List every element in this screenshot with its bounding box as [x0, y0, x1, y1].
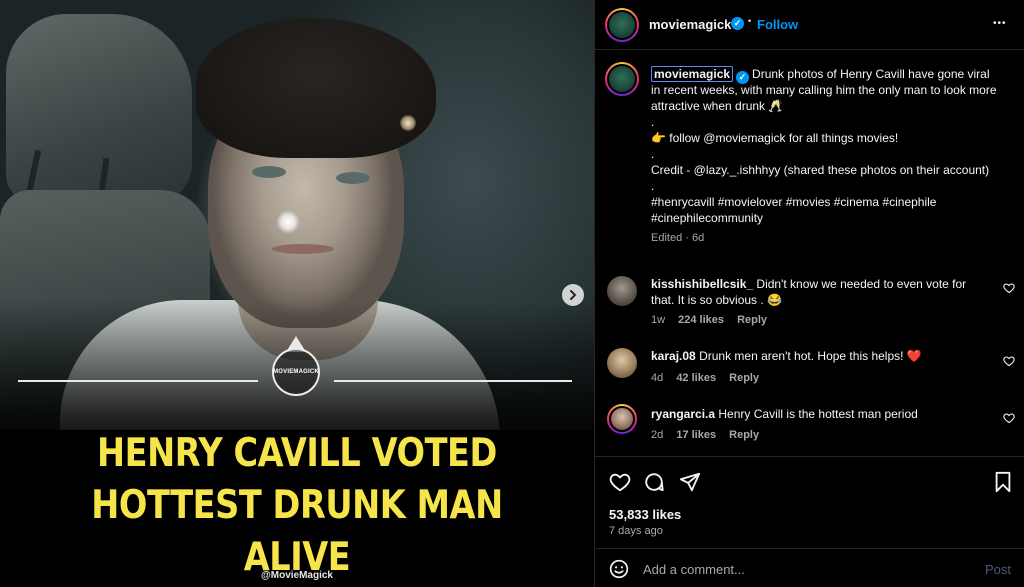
comment-avatar[interactable]: [607, 404, 637, 434]
hair: [196, 18, 436, 158]
like-comment-icon[interactable]: [1003, 282, 1015, 294]
comment-age: 4d: [651, 372, 664, 384]
like-comment-icon[interactable]: [1003, 412, 1015, 424]
save-bookmark-icon[interactable]: [993, 471, 1013, 493]
caption-author-avatar[interactable]: [605, 62, 639, 96]
caption-dot: .: [651, 179, 655, 193]
post-age: 7 days ago: [609, 525, 663, 537]
author-username[interactable]: moviemagick: [649, 17, 731, 32]
headline-line-1: HENRY CAVILL VOTED: [97, 431, 497, 476]
comment-text: karaj.08 Drunk men aren't hot. Hope this…: [651, 348, 981, 364]
caption-dot: .: [651, 115, 655, 129]
right-eye: [336, 172, 370, 184]
like-icon[interactable]: [609, 471, 631, 493]
light-glare: [400, 115, 416, 131]
post-caption: moviemagick ✓ Drunk photos of Henry Cavill…: [651, 66, 1001, 246]
comment-text: ryangarci.a Henry Cavill is the hottest …: [651, 406, 981, 422]
comment-body: Henry Cavill is the hottest man period: [718, 407, 918, 421]
caption-text-3: Credit - @lazy._.ishhhyy (shared these p…: [651, 163, 990, 177]
comment-text: kisshishibellcsik_ Didn't know we needed…: [651, 276, 981, 308]
post-sidebar: moviemagick ✓ • Follow ••• moviemagick ✓ D…: [594, 0, 1024, 587]
post-header: moviemagick ✓ • Follow •••: [595, 0, 1024, 50]
comment-username[interactable]: ryangarci.a: [651, 407, 715, 421]
headline-line-2: HOTTEST DRUNK MAN ALIVE: [91, 483, 503, 580]
post-headline: HENRY CAVILL VOTED HOTTEST DRUNK MAN ALI…: [42, 428, 553, 584]
share-icon[interactable]: [679, 471, 701, 493]
divider-left: [18, 380, 258, 382]
caption-text-2: 👉 follow @moviemagick for all things mov…: [651, 131, 899, 145]
carousel-next-button[interactable]: [562, 284, 584, 306]
verified-badge-icon: ✓: [731, 17, 744, 30]
caption-edited: Edited · 6d: [651, 232, 705, 244]
comment-username[interactable]: kisshishibellcsik_: [651, 277, 753, 291]
moviemagick-logo: MOVIEMAGICK: [272, 348, 320, 396]
comment-avatar[interactable]: [607, 276, 637, 306]
comment-meta: 4d 42 likes Reply: [651, 372, 769, 384]
caption-username[interactable]: moviemagick: [651, 66, 734, 82]
post-comment-button[interactable]: Post: [985, 562, 1011, 577]
comment-composer: Add a comment... Post: [595, 548, 1024, 587]
comment-age: 2d: [651, 429, 664, 441]
left-eye: [252, 166, 286, 178]
comment-age: 1w: [651, 314, 666, 326]
comment-reply-button[interactable]: Reply: [729, 372, 759, 384]
comment-username[interactable]: karaj.08: [651, 349, 696, 363]
follow-button[interactable]: Follow: [757, 17, 798, 32]
comment-avatar[interactable]: [607, 348, 637, 378]
light-glare: [276, 210, 300, 234]
like-comment-icon[interactable]: [1003, 355, 1015, 367]
comment-input[interactable]: Add a comment...: [643, 562, 745, 577]
chevron-right-icon: [570, 290, 577, 300]
post-actions: 53,833 likes 7 days ago: [595, 456, 1024, 546]
comment-meta: 2d 17 likes Reply: [651, 429, 769, 441]
caption-hashtags[interactable]: #henrycavill #movielover #movies #cinema…: [651, 194, 1001, 226]
more-options-icon[interactable]: •••: [993, 18, 1007, 29]
comment-likes[interactable]: 42 likes: [676, 372, 716, 384]
comment-reply-button[interactable]: Reply: [729, 429, 759, 441]
author-avatar[interactable]: [605, 8, 639, 42]
comment-likes[interactable]: 17 likes: [676, 429, 716, 441]
separator: •: [748, 16, 752, 26]
comment-reply-button[interactable]: Reply: [737, 314, 767, 326]
divider-right: [334, 380, 572, 382]
emoji-icon[interactable]: [609, 559, 629, 579]
post-media[interactable]: MOVIEMAGICK HENRY CAVILL VOTED HOTTEST D…: [0, 0, 594, 587]
logo-text: MOVIEMAGICK: [273, 369, 319, 375]
caption-dot: .: [651, 147, 655, 161]
comment-body: Drunk men aren't hot. Hope this helps! ❤…: [699, 349, 922, 363]
comment-meta: 1w 224 likes Reply: [651, 314, 777, 326]
verified-badge-icon: ✓: [736, 71, 750, 84]
comment-icon[interactable]: [643, 471, 665, 493]
comment-likes[interactable]: 224 likes: [678, 314, 724, 326]
like-count[interactable]: 53,833 likes: [609, 507, 681, 522]
mouth: [272, 244, 334, 254]
watermark: @MovieMagick: [261, 570, 333, 581]
